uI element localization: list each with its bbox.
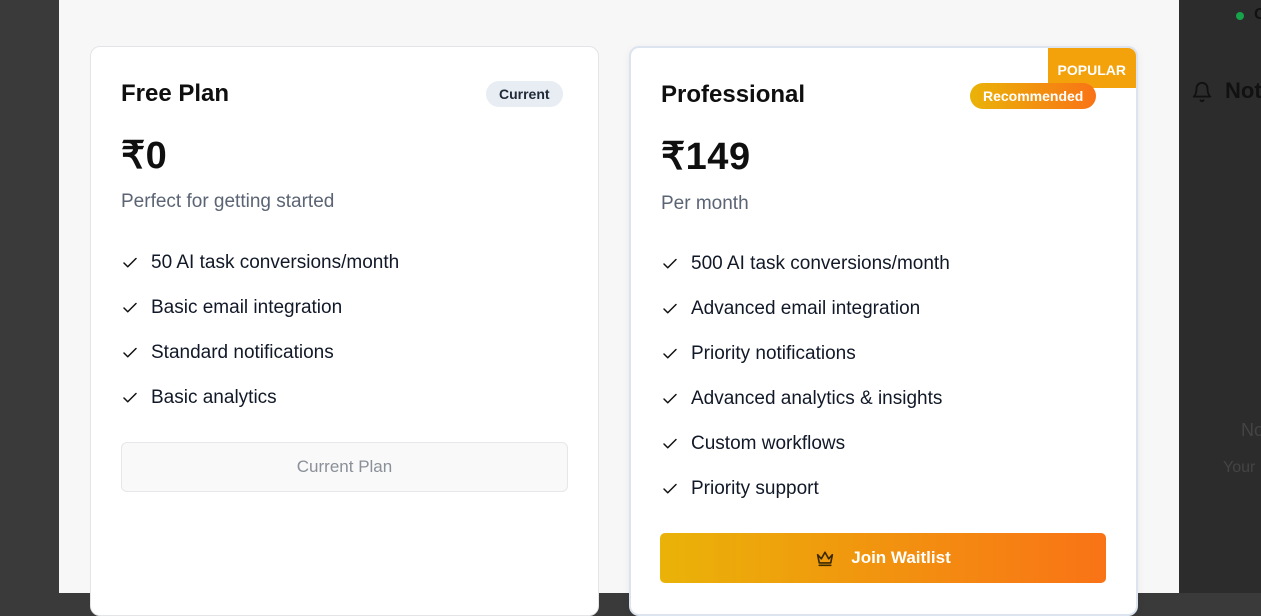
plan-description: Perfect for getting started [121, 191, 335, 212]
feature-label: Priority notifications [691, 342, 856, 364]
plan-price: ₹0 [121, 135, 168, 177]
feature-label: 500 AI task conversions/month [691, 252, 950, 274]
check-icon [663, 438, 677, 448]
feature-item: Basic email integration [121, 285, 399, 330]
feature-item: Custom workflows [661, 421, 950, 466]
popular-ribbon: POPULAR [1047, 48, 1136, 88]
current-plan-button[interactable]: Current Plan [121, 442, 568, 492]
plan-title: Professional [661, 81, 806, 108]
feature-label: Standard notifications [151, 341, 334, 363]
feature-item: Standard notifications [121, 330, 399, 375]
feature-item: Advanced analytics & insights [661, 376, 950, 421]
join-waitlist-button[interactable]: Join Waitlist [660, 533, 1106, 583]
feature-list: 50 AI task conversions/month Basic email… [121, 240, 399, 420]
check-icon [663, 348, 677, 358]
feature-item: Advanced email integration [661, 286, 950, 331]
check-icon [663, 258, 677, 268]
plan-description: Per month [661, 193, 749, 214]
check-icon [123, 347, 137, 357]
feature-label: Basic email integration [151, 296, 343, 318]
check-icon [123, 257, 137, 267]
feature-label: Basic analytics [151, 386, 277, 408]
feature-label: 50 AI task conversions/month [151, 251, 400, 273]
feature-label: Custom workflows [691, 432, 846, 454]
crown-icon [817, 551, 834, 567]
feature-item: 500 AI task conversions/month [661, 241, 950, 286]
feature-list: 500 AI task conversions/month Advanced e… [661, 241, 950, 511]
join-waitlist-label: Join Waitlist [851, 548, 951, 567]
feature-item: Priority notifications [661, 331, 950, 376]
check-icon [663, 393, 677, 403]
plan-price: ₹149 [661, 136, 751, 178]
free-plan-card: Free Plan Current ₹0 Perfect for getting… [90, 46, 599, 616]
feature-item: Basic analytics [121, 375, 399, 420]
feature-label: Priority support [691, 477, 819, 499]
background-app: O Not No Your [1179, 0, 1261, 593]
pricing-modal: Free Plan Current ₹0 Perfect for getting… [59, 0, 1179, 616]
check-icon [123, 302, 137, 312]
check-icon [123, 392, 137, 402]
check-icon [663, 303, 677, 313]
feature-label: Advanced email integration [691, 297, 921, 319]
current-badge: Current [486, 81, 563, 107]
feature-label: Advanced analytics & insights [691, 387, 943, 409]
recommended-badge: Recommended [970, 83, 1097, 109]
feature-item: Priority support [661, 466, 950, 511]
check-icon [663, 483, 677, 493]
plan-title: Free Plan [121, 80, 230, 107]
feature-item: 50 AI task conversions/month [121, 240, 399, 285]
professional-plan-card: POPULAR Professional Recommended ₹149 Pe… [629, 46, 1138, 616]
